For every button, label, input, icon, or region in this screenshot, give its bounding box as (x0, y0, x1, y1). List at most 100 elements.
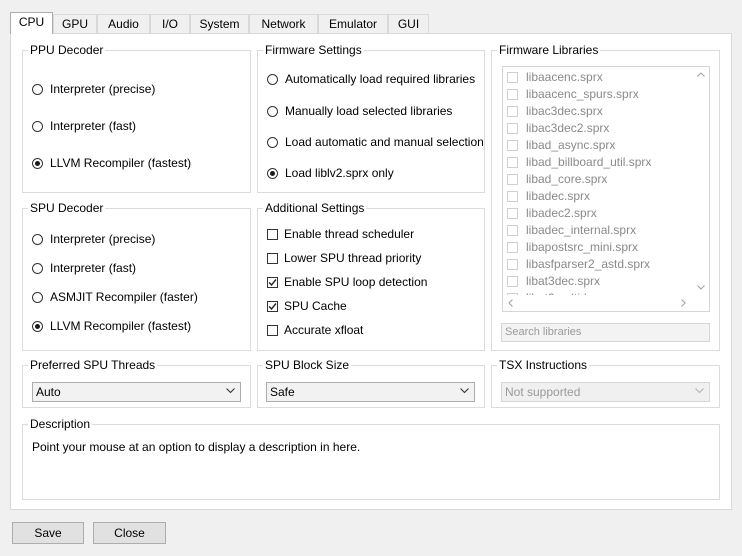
save-button[interactable]: Save (12, 522, 84, 544)
horizontal-scrollbar[interactable] (503, 295, 695, 311)
list-item[interactable]: libaacenc_spurs.sprx (507, 87, 639, 101)
radio-button[interactable] (32, 262, 43, 274)
library-name: libad_billboard_util.sprx (526, 155, 652, 169)
tab-system[interactable]: System (190, 14, 249, 33)
library-name: libac3dec.sprx (526, 104, 603, 118)
checkbox[interactable] (507, 207, 518, 219)
tab-cpu[interactable]: CPU (10, 12, 53, 34)
close-button[interactable]: Close (93, 522, 166, 544)
checkbox-spu-cache[interactable]: SPU Cache (267, 299, 347, 313)
checkbox[interactable] (507, 190, 518, 202)
checkbox[interactable] (507, 275, 518, 287)
checkbox-label: Enable SPU loop detection (284, 275, 428, 289)
list-item[interactable]: libat3dec.sprx (507, 274, 600, 288)
tab-io[interactable]: I/O (150, 14, 190, 33)
list-item[interactable]: libad_async.sprx (507, 138, 615, 152)
checkbox[interactable] (507, 71, 518, 83)
firmware-option-liblv2[interactable]: Load liblv2.sprx only (267, 166, 394, 180)
search-libraries-input[interactable]: Search libraries (501, 323, 710, 342)
list-item[interactable]: libadec_internal.sprx (507, 223, 636, 237)
radio-label: Load automatic and manual selection (285, 135, 484, 149)
ppu-option-interpreter-precise[interactable]: Interpreter (precise) (32, 82, 155, 96)
library-name: libat3dec.sprx (526, 274, 601, 288)
checkbox-checked[interactable] (267, 276, 278, 288)
radio-button-selected[interactable] (32, 157, 43, 169)
ppu-option-interpreter-fast[interactable]: Interpreter (fast) (32, 119, 136, 133)
tsx-instructions-select[interactable]: Not supported (501, 382, 710, 402)
chevron-up-icon[interactable] (697, 72, 705, 77)
spu-option-interpreter-precise[interactable]: Interpreter (precise) (32, 232, 155, 246)
radio-button-selected[interactable] (267, 167, 278, 179)
spu-option-llvm[interactable]: LLVM Recompiler (fastest) (32, 319, 191, 333)
radio-button[interactable] (32, 233, 43, 245)
tab-gpu[interactable]: GPU (53, 14, 97, 33)
list-item[interactable]: libaacenc.sprx (507, 70, 603, 84)
spu-block-size-select[interactable]: Safe (266, 382, 475, 402)
vertical-scrollbar[interactable] (693, 67, 709, 295)
chevron-down-icon[interactable] (697, 285, 705, 290)
checkbox-checked[interactable] (267, 300, 278, 312)
select-value: Not supported (505, 385, 581, 399)
checkbox[interactable] (507, 173, 518, 185)
tab-gui[interactable]: GUI (388, 14, 429, 33)
library-list[interactable]: libaacenc.sprx libaacenc_spurs.sprx liba… (502, 66, 710, 312)
spu-decoder-title: SPU Decoder (28, 200, 106, 216)
list-item[interactable]: libad_core.sprx (507, 172, 607, 186)
checkbox-label: Accurate xfloat (284, 323, 364, 337)
checkbox-thread-scheduler[interactable]: Enable thread scheduler (267, 227, 414, 241)
checkbox[interactable] (507, 105, 518, 117)
checkbox[interactable] (267, 228, 278, 240)
firmware-option-both[interactable]: Load automatic and manual selection (267, 135, 484, 149)
list-item[interactable]: libapostsrc_mini.sprx (507, 240, 638, 254)
tab-emulator[interactable]: Emulator (318, 14, 388, 33)
radio-button[interactable] (267, 105, 278, 117)
library-name: libac3dec2.sprx (526, 121, 610, 135)
list-item[interactable]: libadec2.sprx (507, 206, 597, 220)
checkbox[interactable] (507, 156, 518, 168)
ppu-option-llvm[interactable]: LLVM Recompiler (fastest) (32, 156, 191, 170)
radio-button-selected[interactable] (32, 320, 43, 332)
checkbox[interactable] (507, 258, 518, 270)
spu-option-interpreter-fast[interactable]: Interpreter (fast) (32, 261, 136, 275)
firmware-settings-title: Firmware Settings (263, 42, 364, 58)
checkbox[interactable] (267, 252, 278, 264)
tab-network[interactable]: Network (249, 14, 318, 33)
checkbox-accurate-xfloat[interactable]: Accurate xfloat (267, 323, 363, 337)
list-item[interactable]: libac3dec.sprx (507, 104, 603, 118)
checkbox[interactable] (507, 241, 518, 253)
radio-button[interactable] (267, 73, 278, 85)
chevron-left-icon[interactable] (508, 299, 513, 307)
list-item[interactable]: libasfparser2_astd.sprx (507, 257, 650, 271)
firmware-option-auto[interactable]: Automatically load required libraries (267, 72, 475, 86)
list-item[interactable]: libadec.sprx (507, 189, 590, 203)
spu-block-size-title: SPU Block Size (263, 357, 352, 373)
tab-audio[interactable]: Audio (97, 14, 150, 33)
list-item[interactable]: libac3dec2.sprx (507, 121, 609, 135)
chevron-down-icon (695, 388, 704, 394)
library-name: libadec2.sprx (526, 206, 597, 220)
checkbox[interactable] (507, 139, 518, 151)
radio-button[interactable] (267, 136, 278, 148)
radio-button[interactable] (32, 83, 43, 95)
library-name: libad_core.sprx (526, 172, 608, 186)
checkbox[interactable] (267, 324, 278, 336)
list-item[interactable]: libad_billboard_util.sprx (507, 155, 651, 169)
library-name: libasfparser2_astd.sprx (526, 257, 651, 271)
checkbox-spu-loop-detection[interactable]: Enable SPU loop detection (267, 275, 427, 289)
radio-button[interactable] (32, 291, 43, 303)
checkbox-label: Enable thread scheduler (284, 227, 415, 241)
radio-label: Interpreter (fast) (50, 261, 137, 275)
checkbox[interactable] (507, 88, 518, 100)
radio-label: LLVM Recompiler (fastest) (50, 319, 192, 333)
firmware-option-manual[interactable]: Manually load selected libraries (267, 104, 452, 118)
checkbox[interactable] (507, 224, 518, 236)
preferred-spu-threads-select[interactable]: Auto (32, 382, 241, 402)
chevron-right-icon[interactable] (681, 299, 686, 307)
select-value: Safe (270, 385, 295, 399)
checkbox[interactable] (507, 122, 518, 134)
library-name: libadec.sprx (526, 189, 591, 203)
checkbox-lower-spu-priority[interactable]: Lower SPU thread priority (267, 251, 421, 265)
spu-option-asmjit[interactable]: ASMJIT Recompiler (faster) (32, 290, 198, 304)
radio-button[interactable] (32, 120, 43, 132)
ppu-decoder-title: PPU Decoder (28, 42, 106, 58)
